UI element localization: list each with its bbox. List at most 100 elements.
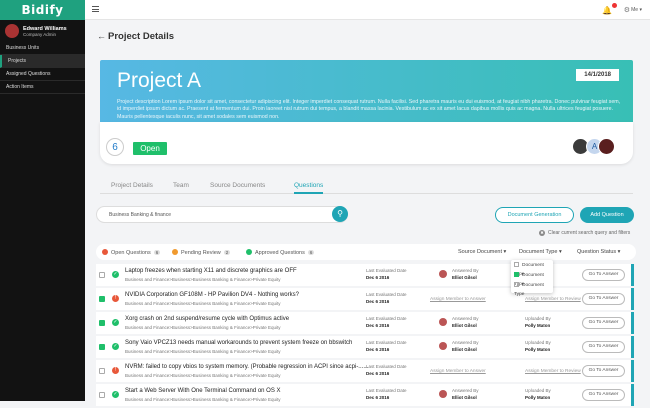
user-profile[interactable]: Edward Williams Company Admin [0, 20, 85, 42]
avatar[interactable] [598, 138, 615, 155]
assign-review-link[interactable]: Assign Member to Review [525, 297, 581, 302]
app-logo[interactable]: Bidify [0, 0, 85, 20]
go-to-answer-button[interactable]: Go To Answer [582, 365, 625, 377]
user-role: Company Admin [23, 31, 57, 37]
question-category: Business and Finance>Business>Business B… [125, 349, 281, 354]
question-title[interactable]: NVRM: failed to copy vbios to system mem… [125, 364, 368, 370]
dropdown-option[interactable]: Document Type [511, 261, 553, 277]
checkbox[interactable] [514, 282, 519, 287]
assign-answer-link[interactable]: Assign Member to Answer [430, 369, 486, 374]
search-input[interactable]: Business Banking & finance [96, 206, 348, 223]
document-generation-button[interactable]: Document Generation [495, 207, 574, 223]
avatar [439, 270, 447, 278]
project-name: Project A [117, 69, 202, 92]
tab-team[interactable]: Team [173, 182, 189, 189]
question-title[interactable]: Sony Vaio VPCZ13 needs manual workaround… [125, 340, 352, 346]
check-icon: ✓ [112, 319, 119, 326]
check-icon: ✓ [112, 271, 119, 278]
dropdown-option[interactable]: Document Type [511, 271, 553, 287]
assign-answer-link[interactable]: Assign Member to Answer [430, 297, 486, 302]
table-row[interactable]: ✓ Laptop freezes when starting X11 and d… [96, 264, 634, 286]
assign-review-link[interactable]: Assign Member to Review [525, 369, 581, 374]
count-badge: 6 [153, 250, 161, 255]
tab-bar: Project Details Team Source Documents Qu… [100, 180, 633, 194]
uploaded-by-label: Uploaded By [525, 316, 551, 321]
source-document-filter[interactable]: Source Document [458, 249, 506, 255]
last-evaluated-date: Dec 6 2016 [366, 299, 390, 304]
dropdown-option[interactable]: Document Type [511, 281, 553, 297]
sidebar: Bidify Edward Williams Company Admin Bus… [0, 0, 85, 401]
go-to-answer-button[interactable]: Go To Answer [582, 293, 625, 305]
last-evaluated-date: Dec 6 2016 [366, 395, 390, 400]
filter-pending-review[interactable]: Pending Review 2 [172, 249, 231, 256]
table-row[interactable]: ! NVRM: failed to copy vbios to system m… [96, 360, 634, 382]
last-evaluated-label: Last Evaluated Date [366, 364, 407, 369]
filter-label: Open Questions [111, 250, 151, 256]
answered-by-label: Answered By [452, 340, 479, 345]
filter-label: Pending Review [181, 250, 221, 256]
check-icon: ✓ [112, 343, 119, 350]
clear-filters-link[interactable]: Clear current search query and filters [539, 230, 630, 236]
question-list: ✓ Laptop freezes when starting X11 and d… [96, 264, 634, 408]
question-status-filter[interactable]: Question Status [577, 249, 620, 255]
bell-icon[interactable]: 🔔 [602, 6, 612, 15]
alert-icon: ! [112, 367, 119, 374]
question-title[interactable]: Laptop freezes when starting X11 and dis… [125, 268, 297, 274]
sidebar-item-business-units[interactable]: Business Units [0, 42, 85, 55]
check-icon: ✓ [112, 391, 119, 398]
row-checkbox[interactable] [99, 296, 105, 302]
add-question-button[interactable]: Add Question [580, 207, 634, 223]
uploaded-by-label: Uploaded By [525, 388, 551, 393]
last-evaluated-label: Last Evaluated Date [366, 268, 407, 273]
table-row[interactable]: ✓ Xorg crash on 2nd suspend/resume cycle… [96, 312, 634, 334]
table-row[interactable]: ✓ Start a Web Server With One Terminal C… [96, 384, 634, 406]
go-to-answer-button[interactable]: Go To Answer [582, 389, 625, 401]
go-to-answer-button[interactable]: Go To Answer [582, 317, 625, 329]
tab-source-documents[interactable]: Source Documents [210, 182, 265, 189]
checkbox[interactable] [514, 262, 519, 267]
question-title[interactable]: NVIDIA Corporation GF108M - HP Pavilion … [125, 292, 299, 298]
question-category: Business and Finance>Business>Business B… [125, 325, 281, 330]
answered-by-name: Elliot Gilsol [452, 347, 477, 352]
status-badge[interactable]: Open [133, 142, 167, 155]
page-title: Project Details [108, 31, 174, 42]
answered-by-label: Answered By [452, 388, 479, 393]
back-arrow-icon[interactable]: ← [97, 31, 106, 41]
table-row[interactable]: ✓ Sony Vaio VPCZ13 needs manual workarou… [96, 336, 634, 358]
question-category: Business and Finance>Business>Business B… [125, 301, 281, 306]
row-checkbox[interactable] [99, 368, 105, 374]
question-title[interactable]: Xorg crash on 2nd suspend/resume cycle w… [125, 316, 289, 322]
notification-badge [612, 3, 617, 8]
hamburger-menu-icon[interactable] [92, 6, 99, 12]
avatar [439, 342, 447, 350]
go-to-answer-button[interactable]: Go To Answer [582, 269, 625, 281]
count-badge: 2 [223, 250, 231, 255]
filter-open-questions[interactable]: Open Questions 6 [102, 249, 161, 256]
check-icon [246, 249, 252, 255]
sidebar-item-action-items[interactable]: Action Items [0, 81, 85, 94]
question-category: Business and Finance>Business>Business B… [125, 397, 281, 402]
question-title[interactable]: Start a Web Server With One Terminal Com… [125, 388, 281, 394]
project-banner: Project A 14/1/2018 Project description … [100, 60, 633, 130]
last-evaluated-date: Dec 6 2016 [366, 371, 390, 376]
row-checkbox[interactable] [99, 272, 105, 278]
row-checkbox[interactable] [99, 320, 105, 326]
tab-questions[interactable]: Questions [294, 182, 324, 194]
table-row[interactable]: ! NVIDIA Corporation GF108M - HP Pavilio… [96, 288, 634, 310]
document-type-filter[interactable]: Document Type [519, 249, 562, 255]
filter-approved-questions[interactable]: Approved Questions 6 [246, 249, 315, 256]
row-checkbox[interactable] [99, 344, 105, 350]
last-evaluated-date: Dec 6 2016 [366, 323, 390, 328]
sidebar-item-assigned-questions[interactable]: Assigned Questions [0, 68, 85, 81]
last-evaluated-date: Dec 6 2016 [366, 275, 390, 280]
go-to-answer-button[interactable]: Go To Answer [582, 341, 625, 353]
search-icon[interactable]: ⚲ [332, 206, 348, 222]
checkbox[interactable] [514, 272, 519, 277]
tab-project-details[interactable]: Project Details [111, 182, 153, 189]
sidebar-item-projects[interactable]: Projects [0, 55, 85, 68]
question-category: Business and Finance>Business>Business B… [125, 373, 281, 378]
question-count: 6 [106, 138, 124, 156]
user-menu[interactable]: Me ▾ [631, 7, 642, 13]
gear-icon[interactable]: ⚙ [624, 6, 630, 14]
row-checkbox[interactable] [99, 392, 105, 398]
